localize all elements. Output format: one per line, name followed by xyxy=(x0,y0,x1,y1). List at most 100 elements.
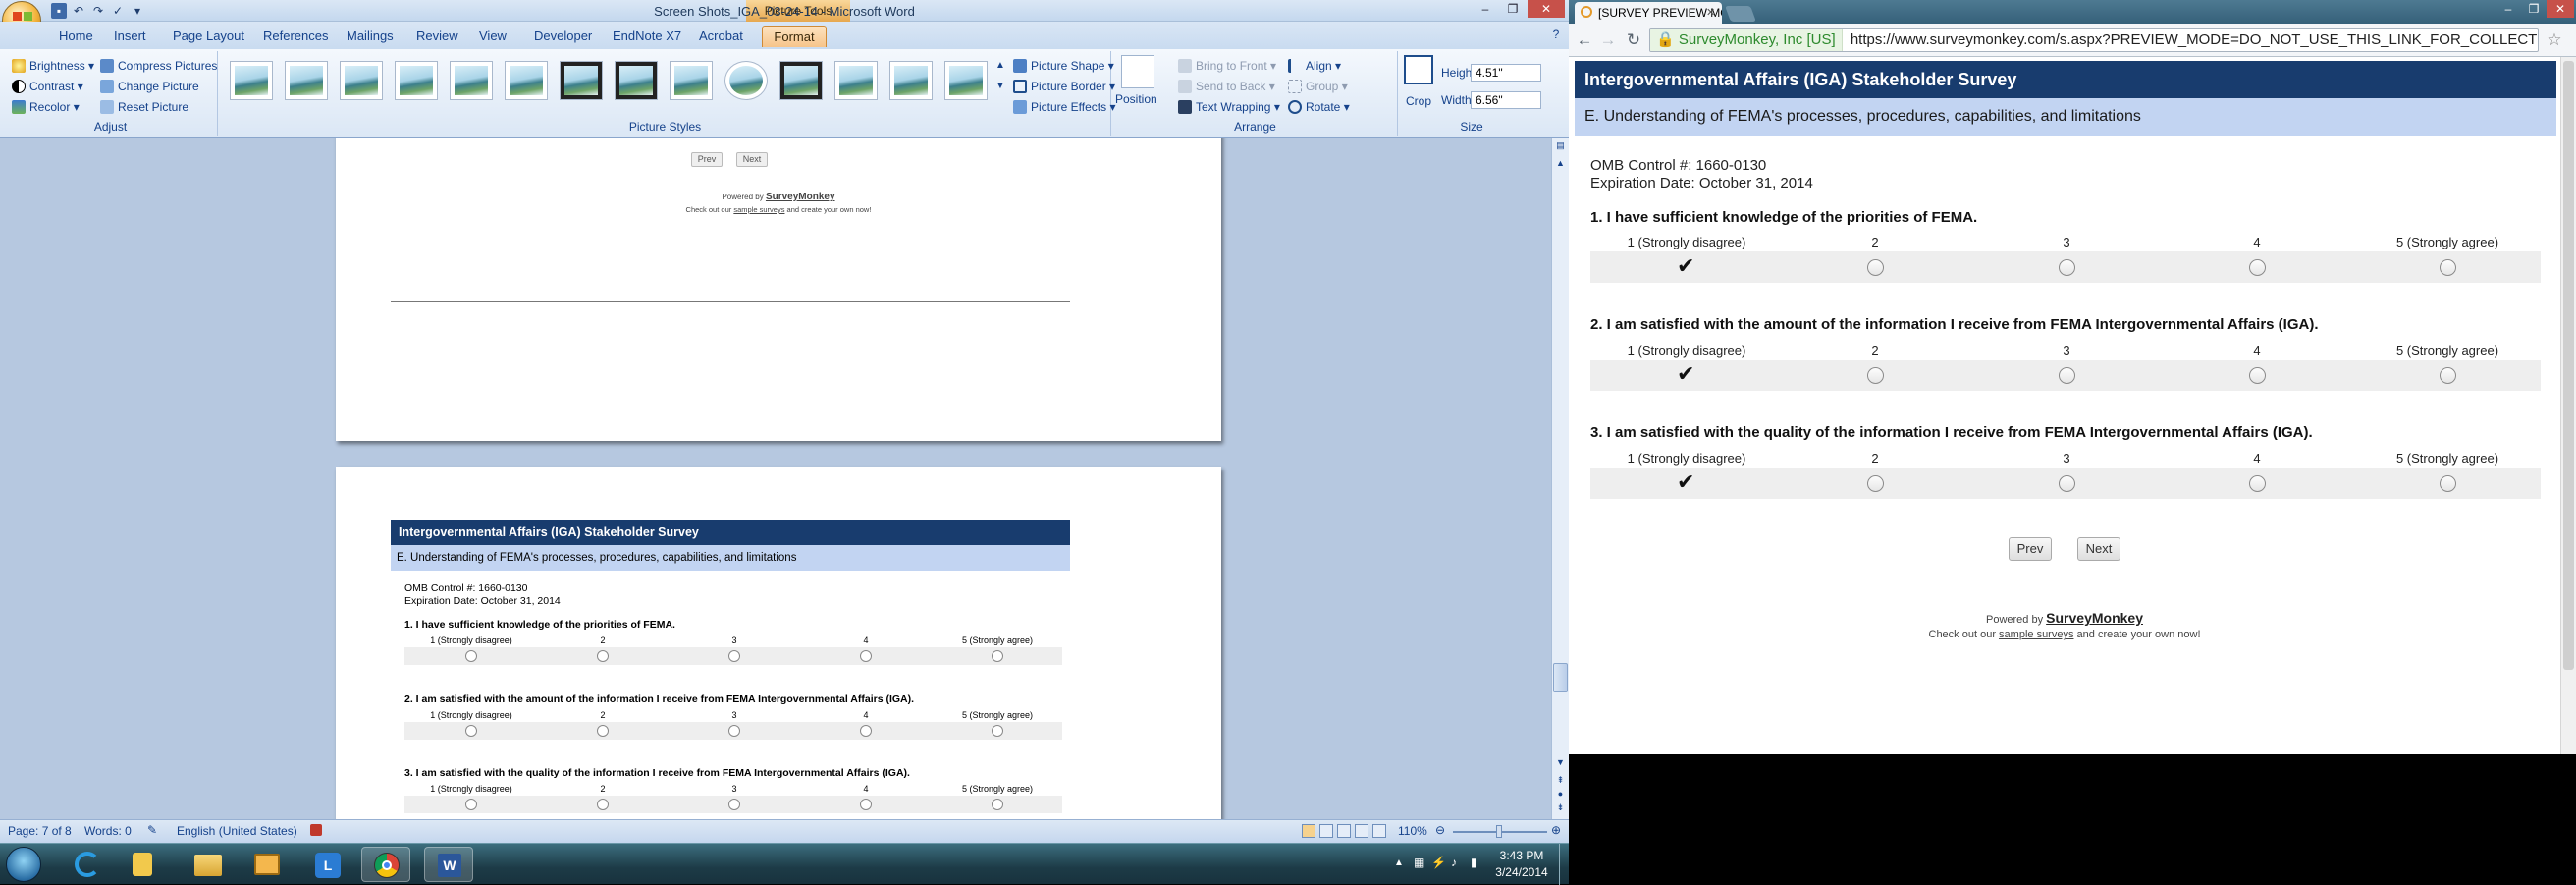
change-picture-button[interactable]: Change Picture xyxy=(100,78,199,95)
page-scrollbar-thumb[interactable] xyxy=(2563,61,2574,670)
style-thumbnail[interactable] xyxy=(450,61,493,100)
scroll-up-icon[interactable]: ▲ xyxy=(1554,158,1567,172)
language-status[interactable]: English (United States) xyxy=(177,824,297,838)
forward-icon[interactable]: → xyxy=(1598,30,1618,50)
width-field[interactable]: 6.56" xyxy=(1471,91,1541,109)
gallery-scroll-down-icon[interactable]: ▼ xyxy=(995,78,1005,95)
file-explorer-icon[interactable] xyxy=(183,847,232,882)
style-thumbnail[interactable] xyxy=(285,61,328,100)
next-page-icon[interactable]: ⇟ xyxy=(1554,802,1567,814)
tab-references[interactable]: References xyxy=(255,26,336,47)
style-thumbnail[interactable] xyxy=(230,61,273,100)
tab-close-icon[interactable]: ✕ xyxy=(1706,2,1715,24)
position-button[interactable]: Position xyxy=(1115,90,1157,108)
radio-q3-3[interactable] xyxy=(2059,475,2075,492)
previous-page-icon[interactable]: ⇞ xyxy=(1554,775,1567,787)
brightness-button[interactable]: Brightness ▾ xyxy=(12,57,94,75)
radio-q2-3[interactable] xyxy=(2059,367,2075,384)
tab-mailings[interactable]: Mailings xyxy=(339,26,402,47)
clock-time[interactable]: 3:43 PM xyxy=(1492,849,1551,862)
bluetooth-explorer-icon[interactable] xyxy=(118,847,167,882)
radio-q1-5[interactable] xyxy=(2440,259,2456,276)
volume-icon[interactable]: ♪ xyxy=(1451,856,1457,869)
style-thumbnail[interactable] xyxy=(944,61,988,100)
chrome-restore-icon[interactable]: ❐ xyxy=(2521,0,2547,18)
address-bar[interactable]: 🔒 SurveyMonkey, Inc [US] https://www.sur… xyxy=(1649,28,2539,52)
chrome-taskbar-icon[interactable] xyxy=(361,847,410,882)
contrast-button[interactable]: Contrast ▾ xyxy=(12,78,83,95)
page-scrollbar[interactable] xyxy=(2560,57,2576,754)
page-count[interactable]: Page: 7 of 8 xyxy=(8,824,72,838)
radio-q3-4[interactable] xyxy=(2249,475,2266,492)
style-thumbnail[interactable] xyxy=(560,61,603,100)
sample-surveys-link[interactable]: sample surveys xyxy=(1999,629,2073,640)
internet-explorer-icon[interactable] xyxy=(63,847,112,882)
style-thumbnail[interactable] xyxy=(834,61,878,100)
style-thumbnail[interactable] xyxy=(724,61,768,100)
radio-q2-5[interactable] xyxy=(2440,367,2456,384)
outline-icon[interactable] xyxy=(1355,824,1368,838)
picture-effects-button[interactable]: Picture Effects ▾ xyxy=(1013,98,1116,116)
document-page[interactable]: Prev Next Powered by SurveyMonkey Check … xyxy=(336,138,1221,441)
outlook-icon[interactable] xyxy=(242,847,291,882)
document-page[interactable]: Intergovernmental Affairs (IGA) Stakehol… xyxy=(336,467,1221,819)
back-icon[interactable]: ← xyxy=(1575,30,1594,50)
help-icon[interactable]: ? xyxy=(1543,26,1569,43)
reload-icon[interactable]: ↻ xyxy=(1624,30,1643,50)
tab-review[interactable]: Review xyxy=(408,26,466,47)
tab-endnote[interactable]: EndNote X7 xyxy=(605,26,689,47)
send-to-back-button[interactable]: Send to Back ▾ xyxy=(1178,78,1275,95)
reset-picture-button[interactable]: Reset Picture xyxy=(100,98,188,116)
proofing-icon[interactable]: ✎ xyxy=(147,823,157,837)
word-count[interactable]: Words: 0 xyxy=(84,824,132,838)
tab-home[interactable]: Home xyxy=(51,26,101,47)
select-browse-object-icon[interactable]: ● xyxy=(1554,789,1567,801)
style-thumbnail[interactable] xyxy=(779,61,823,100)
tab-format[interactable]: Format xyxy=(762,26,827,47)
tab-developer[interactable]: Developer xyxy=(526,26,600,47)
radio-q1-3[interactable] xyxy=(2059,259,2075,276)
prev-button[interactable]: Prev xyxy=(2009,537,2052,561)
print-layout-icon[interactable] xyxy=(1302,824,1315,838)
full-screen-reading-icon[interactable] xyxy=(1319,824,1333,838)
bring-to-front-button[interactable]: Bring to Front ▾ xyxy=(1178,57,1276,75)
chrome-minimize-icon[interactable]: – xyxy=(2496,0,2521,18)
browser-tab[interactable]: [SURVEY PREVIEW MODE] ✕ xyxy=(1575,2,1722,24)
bookmark-star-icon[interactable]: ☆ xyxy=(2545,30,2564,50)
radio-q2-4[interactable] xyxy=(2249,367,2266,384)
align-button[interactable]: Align ▾ xyxy=(1288,57,1341,75)
show-hidden-icons[interactable]: ▲ xyxy=(1394,857,1404,868)
minimize-icon[interactable]: – xyxy=(1473,0,1498,18)
radio-q1-4[interactable] xyxy=(2249,259,2266,276)
zoom-level[interactable]: 110% xyxy=(1398,824,1427,838)
crop-icon[interactable] xyxy=(1404,55,1433,84)
radio-q2-2[interactable] xyxy=(1867,367,1884,384)
word-taskbar-icon[interactable]: W xyxy=(424,847,473,882)
power-icon[interactable]: ⚡ xyxy=(1431,856,1446,869)
web-layout-icon[interactable] xyxy=(1337,824,1351,838)
height-field[interactable]: 4.51" xyxy=(1471,64,1541,82)
style-thumbnail[interactable] xyxy=(889,61,933,100)
show-desktop-button[interactable] xyxy=(1559,844,1569,885)
recolor-button[interactable]: Recolor ▾ xyxy=(12,98,80,116)
document-area[interactable]: Prev Next Powered by SurveyMonkey Check … xyxy=(0,138,1551,819)
text-wrapping-button[interactable]: Text Wrapping ▾ xyxy=(1178,98,1280,116)
checked-checkmark-icon[interactable]: ✔ xyxy=(1677,361,1698,387)
checked-checkmark-icon[interactable]: ✔ xyxy=(1677,253,1698,279)
scroll-down-icon[interactable]: ▼ xyxy=(1554,757,1567,771)
wifi-icon[interactable]: ▮ xyxy=(1471,856,1477,869)
new-tab-button[interactable] xyxy=(1725,6,1756,22)
zoom-out-icon[interactable]: ⊖ xyxy=(1435,823,1445,837)
style-thumbnail[interactable] xyxy=(615,61,658,100)
rotate-button[interactable]: Rotate ▾ xyxy=(1288,98,1350,116)
style-thumbnail[interactable] xyxy=(340,61,383,100)
zoom-in-icon[interactable]: ⊕ xyxy=(1551,823,1561,837)
style-thumbnail[interactable] xyxy=(670,61,713,100)
ev-certificate-badge[interactable]: 🔒 SurveyMonkey, Inc [US] xyxy=(1650,29,1843,51)
lync-icon[interactable]: L xyxy=(302,847,351,882)
gallery-scroll-icon[interactable]: ▲ xyxy=(995,57,1005,75)
checked-checkmark-icon[interactable]: ✔ xyxy=(1677,470,1698,495)
draft-icon[interactable] xyxy=(1372,824,1386,838)
tab-insert[interactable]: Insert xyxy=(106,26,154,47)
macro-record-icon[interactable] xyxy=(310,824,322,836)
